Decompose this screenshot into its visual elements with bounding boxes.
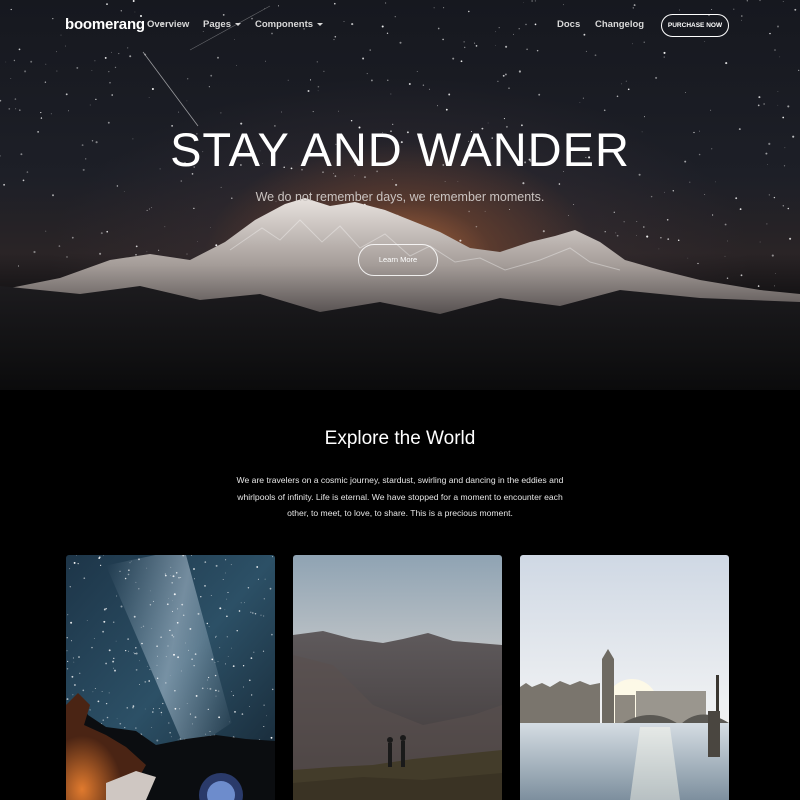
nav-overview[interactable]: Overview	[147, 19, 189, 30]
nav-pages[interactable]: Pages	[203, 19, 241, 30]
hero-title: STAY AND WANDER	[170, 123, 630, 176]
nav-components-label: Components	[255, 19, 314, 30]
chevron-down-icon	[235, 22, 241, 26]
learn-more-button[interactable]: Learn More	[358, 244, 438, 276]
london-river-image	[520, 555, 729, 800]
card-milky-way[interactable]	[66, 555, 275, 800]
nav-changelog[interactable]: Changelog	[595, 19, 644, 30]
hero-section: boomerang Overview Pages Components Docs…	[0, 0, 800, 390]
card-mountain-hikers[interactable]	[293, 555, 502, 800]
nav-docs[interactable]: Docs	[557, 19, 580, 30]
section-description: We are travelers on a cosmic journey, st…	[236, 475, 564, 518]
mountain-hikers-image	[293, 555, 502, 800]
brand-logo[interactable]: boomerang	[65, 16, 145, 33]
purchase-now-button[interactable]: PURCHASE NOW	[661, 14, 729, 37]
mountain-range-image	[0, 198, 800, 390]
chevron-down-icon	[317, 22, 324, 26]
card-london[interactable]	[520, 555, 729, 800]
hero-subtitle: We do not remember days, we remember mom…	[255, 190, 545, 204]
nav-components[interactable]: Components	[255, 19, 324, 30]
milky-way-image	[66, 555, 275, 800]
nav-pages-label: Pages	[203, 19, 231, 30]
section-title: Explore the World	[324, 428, 476, 449]
top-navbar: boomerang Overview Pages Components Docs…	[0, 0, 800, 52]
